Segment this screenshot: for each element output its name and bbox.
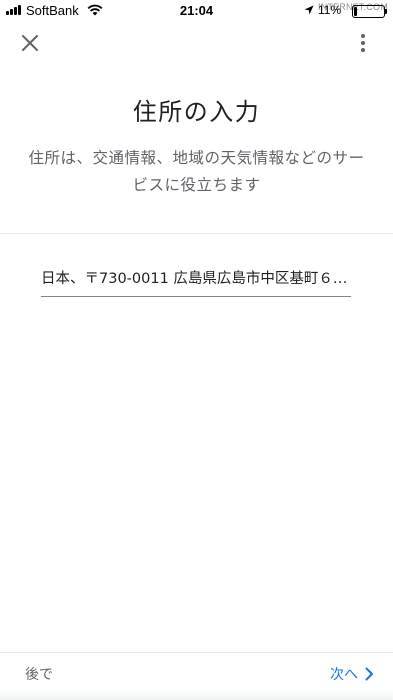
close-button[interactable] [14, 30, 46, 56]
bottom-edge [0, 690, 393, 700]
page-subtitle: 住所は、交通情報、地域の天気情報などのサービスに役立ちます [28, 149, 365, 194]
location-arrow-icon [304, 5, 314, 15]
more-vert-icon [361, 34, 365, 52]
screen: SoftBank 21:04 11% INTERNET.COM 住所の入力 住所… [0, 0, 393, 700]
more-options-button[interactable] [351, 30, 375, 56]
footer-divider [0, 652, 393, 653]
watermark: INTERNET.COM [318, 2, 388, 12]
divider [0, 233, 393, 234]
address-field[interactable]: 日本、〒730-0011 広島県広島市中区基町６… [41, 268, 351, 297]
chevron-right-icon [365, 667, 373, 681]
later-button[interactable]: 後で [25, 664, 53, 684]
address-value: 日本、〒730-0011 広島県広島市中区基町６… [41, 271, 348, 287]
next-label: 次へ [330, 667, 358, 683]
close-icon [22, 35, 38, 51]
next-button[interactable]: 次へ [330, 664, 374, 684]
status-bar: SoftBank 21:04 11% INTERNET.COM [0, 0, 393, 22]
page-title: 住所の入力 [132, 98, 261, 126]
